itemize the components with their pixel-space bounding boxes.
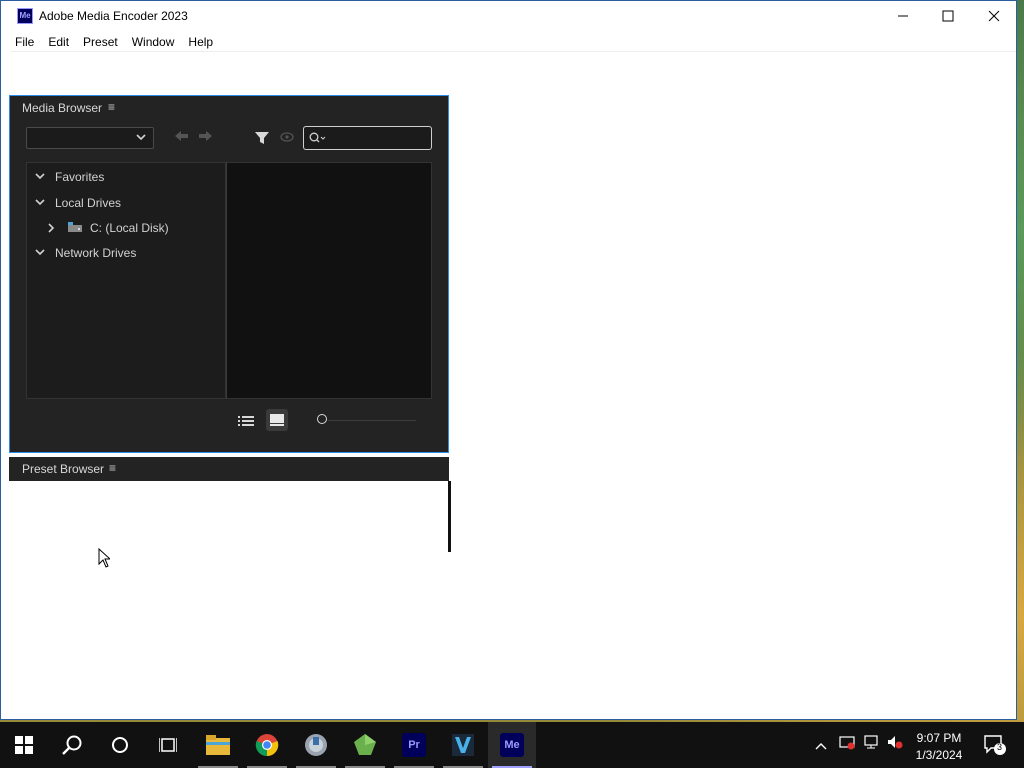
tree-item-label: C: (Local Disk) (90, 221, 169, 235)
preset-browser-header: Preset Browser ≡ (9, 457, 449, 481)
tree-item-label: Network Drives (55, 246, 137, 260)
taskbar-green-app[interactable] (341, 722, 389, 768)
menu-edit[interactable]: Edit (41, 32, 76, 52)
list-view-icon (238, 416, 254, 426)
thumbnail-view-icon (270, 414, 284, 426)
preset-browser-menu-icon[interactable]: ≡ (109, 461, 116, 475)
tree-item-label: Local Drives (55, 196, 122, 210)
task-view-icon (159, 738, 177, 752)
forward-arrow-icon[interactable] (199, 129, 213, 145)
minimize-icon (898, 15, 908, 17)
notification-count: 3 (997, 742, 1003, 752)
network-icon[interactable] (863, 734, 879, 753)
folder-tree: Favorites Local Drives C: (Local Disk) N… (26, 162, 226, 399)
taskbar-vlc[interactable] (439, 722, 487, 768)
mouse-cursor-icon (98, 547, 112, 571)
menu-bar: File Edit Preset Window Help (1, 32, 220, 52)
media-browser-panel: Media Browser ≡ Favorites Local Drives C… (9, 95, 449, 453)
chevron-right-icon[interactable] (45, 223, 59, 233)
eye-icon[interactable] (280, 132, 294, 145)
preset-browser-title[interactable]: Preset Browser (22, 462, 104, 476)
file-content-area[interactable] (226, 162, 432, 399)
security-icon[interactable] (839, 734, 855, 753)
start-button[interactable] (0, 722, 48, 768)
media-encoder-icon: Me (500, 733, 524, 757)
volume-muted-icon[interactable] (887, 734, 903, 753)
back-arrow-icon[interactable] (175, 129, 189, 145)
panel-divider[interactable] (448, 481, 451, 552)
filter-icon[interactable] (255, 131, 269, 148)
list-view-button[interactable] (238, 415, 254, 430)
show-hidden-icons-chevron-icon[interactable] (815, 738, 827, 753)
cortana-button[interactable] (96, 722, 144, 768)
menu-window[interactable]: Window (125, 32, 182, 52)
action-center-button[interactable]: 3 (983, 734, 1007, 759)
maximize-button[interactable] (925, 1, 971, 31)
windows-taskbar: Pr Me 9:07 PM 1/3/2024 3 (0, 722, 1024, 768)
taskbar-media-encoder[interactable]: Me (488, 722, 536, 768)
task-view-button[interactable] (144, 722, 192, 768)
minimize-button[interactable] (880, 1, 926, 31)
tree-item-c-drive[interactable]: C: (Local Disk) (45, 219, 169, 237)
tree-item-network-drives[interactable]: Network Drives (33, 244, 136, 262)
menu-help[interactable]: Help (181, 32, 220, 52)
search-icon (62, 735, 82, 755)
media-encoder-app-icon: Me (17, 8, 33, 24)
media-player-icon (305, 734, 327, 756)
media-browser-title[interactable]: Media Browser (22, 101, 102, 115)
media-browser-menu-icon[interactable]: ≡ (108, 100, 115, 114)
tree-item-favorites[interactable]: Favorites (33, 168, 104, 186)
menu-preset[interactable]: Preset (76, 32, 125, 52)
chrome-icon (255, 734, 279, 757)
chevron-down-icon[interactable] (33, 199, 47, 207)
windows-logo-icon (15, 736, 33, 754)
title-bar[interactable]: Me Adobe Media Encoder 2023 (1, 1, 1016, 31)
zoom-slider-handle[interactable] (317, 414, 327, 424)
notification-icon (984, 735, 1006, 755)
maximize-icon (942, 10, 954, 22)
taskbar-file-explorer[interactable] (194, 722, 242, 768)
taskbar-premiere-pro[interactable]: Pr (390, 722, 438, 768)
search-input[interactable] (303, 126, 432, 150)
taskbar-media-app[interactable] (292, 722, 340, 768)
clock-date: 1/3/2024 (915, 748, 963, 762)
premiere-pro-icon: Pr (402, 733, 426, 757)
close-button[interactable] (971, 1, 1017, 31)
search-icon (309, 132, 326, 143)
folder-icon (206, 735, 230, 755)
chevron-down-icon (136, 134, 146, 141)
hard-disk-icon (67, 221, 83, 236)
chevron-down-icon[interactable] (33, 173, 47, 181)
tree-item-label: Favorites (55, 170, 105, 184)
taskbar-search-button[interactable] (48, 722, 96, 768)
close-icon (988, 10, 1000, 22)
zoom-slider-track[interactable] (328, 420, 416, 421)
video-editor-icon (452, 734, 474, 756)
taskbar-chrome[interactable] (243, 722, 291, 768)
menu-divider (11, 51, 1016, 52)
menu-file[interactable]: File (1, 32, 41, 52)
location-dropdown[interactable] (26, 127, 154, 149)
icon-view-button[interactable] (266, 409, 288, 431)
window-title: Adobe Media Encoder 2023 (39, 9, 188, 23)
tree-item-local-drives[interactable]: Local Drives (33, 194, 121, 212)
chevron-down-icon[interactable] (33, 249, 47, 257)
cortana-icon (112, 737, 128, 753)
taskbar-clock[interactable]: 9:07 PM 1/3/2024 (910, 730, 968, 764)
clock-time: 9:07 PM (916, 731, 962, 745)
gem-icon (354, 734, 376, 755)
